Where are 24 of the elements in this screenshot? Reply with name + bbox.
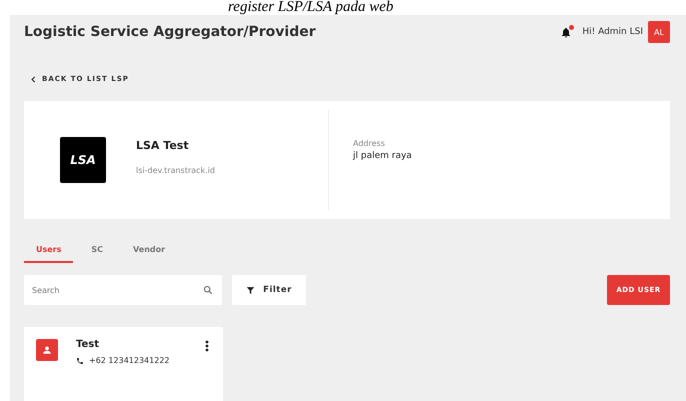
person-icon xyxy=(36,339,58,361)
bell-icon xyxy=(560,26,572,38)
funnel-icon xyxy=(246,286,256,294)
phone-icon xyxy=(76,356,84,364)
phone-number: +62 123412341222 xyxy=(89,356,170,365)
tab[interactable]: Vendor xyxy=(121,241,178,263)
greeting-text: Hi! Admin LSI xyxy=(582,27,643,37)
notification-button[interactable] xyxy=(560,26,572,38)
search-icon xyxy=(203,285,213,295)
company-logo: LSA xyxy=(60,137,106,183)
tab[interactable]: SC xyxy=(79,241,116,263)
user-avatar[interactable]: AL xyxy=(648,21,670,43)
company-name: LSA Test xyxy=(136,139,190,152)
chevron-left-icon xyxy=(30,76,36,82)
tab[interactable]: Users xyxy=(24,241,74,263)
company-domain: lsi-dev.transtrack.id xyxy=(136,166,215,175)
page-title: Logistic Service Aggregator/Provider xyxy=(24,24,317,40)
more-button[interactable] xyxy=(203,339,211,353)
filter-button[interactable]: Filter xyxy=(232,275,306,305)
caption-text: register LSP/LSA pada web xyxy=(227,0,394,15)
address-label: Address xyxy=(353,139,386,148)
address-value: jl palem raya xyxy=(353,151,412,161)
search-field[interactable]: Search xyxy=(24,275,222,305)
user-name: Test xyxy=(76,339,100,350)
